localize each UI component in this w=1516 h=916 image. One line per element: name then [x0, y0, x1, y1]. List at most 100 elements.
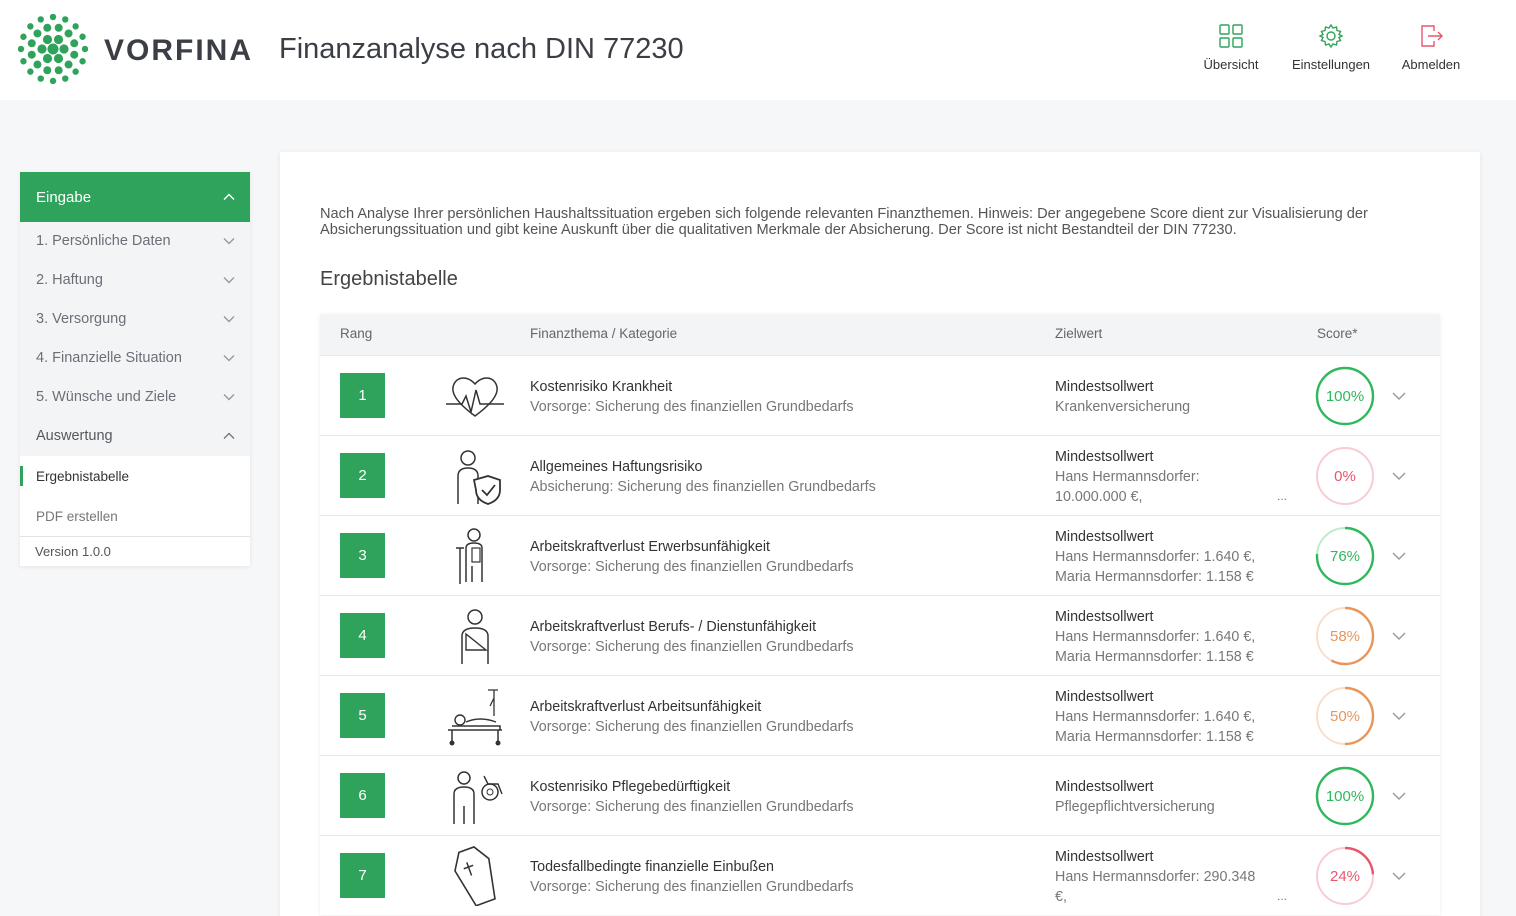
target-cell: Mindestsollwert Krankenversicherung	[1055, 377, 1295, 417]
score-value: 100%	[1325, 787, 1365, 805]
chevron-down-icon[interactable]	[1391, 868, 1407, 884]
sidebar-item-label: 5. Wünsche und Ziele	[36, 389, 177, 405]
app-header: VORFINA Finanzanalyse nach DIN 77230 Übe…	[0, 0, 1516, 100]
target-cell: Mindestsollwert Hans Hermannsdorfer: 1.64…	[1055, 527, 1295, 587]
logo-dot	[42, 53, 53, 64]
sidebar-subitem-label: Ergebnistabelle	[36, 468, 130, 484]
sidebar-item-finanzielle-situation[interactable]: 4. Finanzielle Situation	[20, 339, 250, 378]
theme-category: Vorsorge: Sicherung des finanziellen Gru…	[530, 799, 854, 815]
overview-label: Übersicht	[1203, 57, 1259, 72]
chevron-down-icon[interactable]	[1391, 548, 1407, 564]
rank-badge: 6	[340, 773, 385, 818]
theme-category: Absicherung: Sicherung des finanziellen …	[530, 479, 876, 495]
logo-dot	[79, 33, 86, 40]
person-shield-icon	[457, 450, 501, 505]
table-header: Rang Finanzthema / Kategorie Zielwert Sc…	[320, 314, 1440, 355]
sidebar-subitem-pdf-erstellen[interactable]: PDF erstellen	[20, 496, 250, 536]
chevron-down-icon	[223, 238, 235, 245]
sidebar-item-auswertung[interactable]: Auswertung	[20, 417, 250, 456]
table-row[interactable]: 5 Arbeitskraftverlust Arbeitsunfähigkeit…	[320, 675, 1440, 755]
rank-badge: 2	[340, 453, 385, 498]
brand-name: VORFINA	[104, 34, 253, 67]
rank-badge: 4	[340, 613, 385, 658]
target-line: Hans Hermannsdorfer: 1.640 €,	[1055, 629, 1256, 645]
logo-dot	[37, 16, 44, 23]
score-ring: 100%	[1315, 766, 1375, 826]
col-rank: Rang	[340, 326, 373, 341]
settings-button[interactable]: Einstellungen	[1283, 22, 1379, 78]
chevron-down-icon[interactable]	[1391, 468, 1407, 484]
score-ring: 0%	[1315, 446, 1375, 506]
chevron-down-icon[interactable]	[1391, 628, 1407, 644]
logo-dot	[62, 16, 69, 23]
col-score: Score*	[1317, 326, 1358, 341]
theme-cell: Kostenrisiko Pflegebedürftigkeit Vorsorg…	[530, 777, 853, 817]
target-line: Hans Hermannsdorfer: 1.640 €,	[1055, 549, 1256, 565]
chevron-down-icon	[223, 316, 235, 323]
target-line: Pflegepflichtversicherung	[1055, 799, 1215, 815]
theme-title: Arbeitskraftverlust Erwerbsunfähigkeit	[530, 539, 770, 555]
score-value: 24%	[1329, 867, 1361, 885]
logo-dot	[37, 75, 44, 82]
sidebar-head-label: Eingabe	[36, 188, 92, 206]
theme-cell: Arbeitskraftverlust Berufs- / Dienstunfä…	[530, 617, 853, 657]
results-table: Rang Finanzthema / Kategorie Zielwert Sc…	[320, 314, 1440, 915]
target-label: Mindestsollwert	[1055, 779, 1154, 795]
sidebar-item-eingabe[interactable]: Eingabe	[20, 172, 250, 222]
col-theme: Finanzthema / Kategorie	[530, 326, 678, 341]
logout-button[interactable]: Abmelden	[1383, 22, 1479, 78]
target-line: Maria Hermannsdorfer: 1.158 €	[1055, 649, 1254, 665]
rank-badge: 1	[340, 373, 385, 418]
logo-dot	[27, 68, 34, 75]
theme-cell: Allgemeines Haftungsrisiko Absicherung: …	[530, 457, 876, 497]
sidebar-subitem-ergebnistabelle[interactable]: Ergebnistabelle	[20, 456, 250, 496]
chevron-down-icon	[223, 355, 235, 362]
logo-dot	[81, 45, 88, 53]
table-row[interactable]: 3 Arbeitskraftverlust Erwerbsunfähigkeit…	[320, 515, 1440, 595]
table-row[interactable]: 2 Allgemeines Haftungsrisiko Absicherung…	[320, 435, 1440, 515]
chevron-down-icon[interactable]	[1391, 388, 1407, 404]
coffin-icon	[454, 846, 496, 906]
sidebar-item-haftung[interactable]: 2. Haftung	[20, 261, 250, 300]
logo-dot	[53, 34, 64, 45]
sidebar-item-versorgung[interactable]: 3. Versorgung	[20, 300, 250, 339]
settings-label: Einstellungen	[1291, 57, 1371, 72]
score-value: 58%	[1329, 627, 1361, 645]
logo-dot	[20, 33, 27, 40]
logo-dot	[54, 23, 63, 32]
chevron-down-icon[interactable]	[1391, 788, 1407, 804]
logo-dot	[49, 77, 57, 84]
person-crutch-icon	[456, 528, 483, 584]
logo-dot	[27, 23, 34, 30]
logo-dot	[70, 39, 79, 48]
person-wheelchair-icon	[453, 771, 503, 824]
sidebar-item-label: 1. Persönliche Daten	[36, 233, 171, 249]
logo-dot	[64, 29, 73, 38]
sidebar-item-label: 2. Haftung	[36, 272, 103, 288]
sidebar-item-wuensche-ziele[interactable]: 5. Wünsche und Ziele	[20, 378, 250, 417]
sidebar-subitem-label: PDF erstellen	[36, 508, 118, 524]
sidebar-item-persoenliche-daten[interactable]: 1. Persönliche Daten	[20, 222, 250, 261]
theme-title: Kostenrisiko Pflegebedürftigkeit	[530, 779, 731, 795]
chevron-down-icon[interactable]	[1391, 708, 1407, 724]
page-title: Finanzanalyse nach DIN 77230	[279, 33, 684, 65]
target-line: Hans Hermannsdorfer: 1.640 €,	[1055, 709, 1256, 725]
chevron-down-icon	[223, 394, 235, 401]
sidebar-item-label: Auswertung	[36, 428, 113, 444]
hospital-bed-icon	[448, 689, 502, 746]
rank-badge: 7	[340, 853, 385, 898]
version-label: Version 1.0.0	[20, 536, 250, 566]
logo-dot	[54, 66, 63, 75]
table-row[interactable]: 4 Arbeitskraftverlust Berufs- / Dienstun…	[320, 595, 1440, 675]
score-value: 50%	[1329, 707, 1361, 725]
vorfina-logo-icon[interactable]	[18, 14, 88, 84]
theme-title: Kostenrisiko Krankheit	[530, 379, 673, 395]
heart-pulse-icon	[446, 377, 504, 417]
sidebar-item-label: 4. Finanzielle Situation	[36, 350, 182, 366]
table-row[interactable]: 1 Kostenrisiko Krankheit Vorsorge: Siche…	[320, 355, 1440, 435]
table-row[interactable]: 6 Kostenrisiko Pflegebedürftigkeit Vorso…	[320, 755, 1440, 835]
more-indicator: ...	[1277, 889, 1288, 903]
table-row[interactable]: 7 Todesfallbedingte finanzielle Einbußen…	[320, 835, 1440, 915]
overview-button[interactable]: Übersicht	[1183, 22, 1279, 78]
target-label: Mindestsollwert	[1055, 379, 1154, 395]
